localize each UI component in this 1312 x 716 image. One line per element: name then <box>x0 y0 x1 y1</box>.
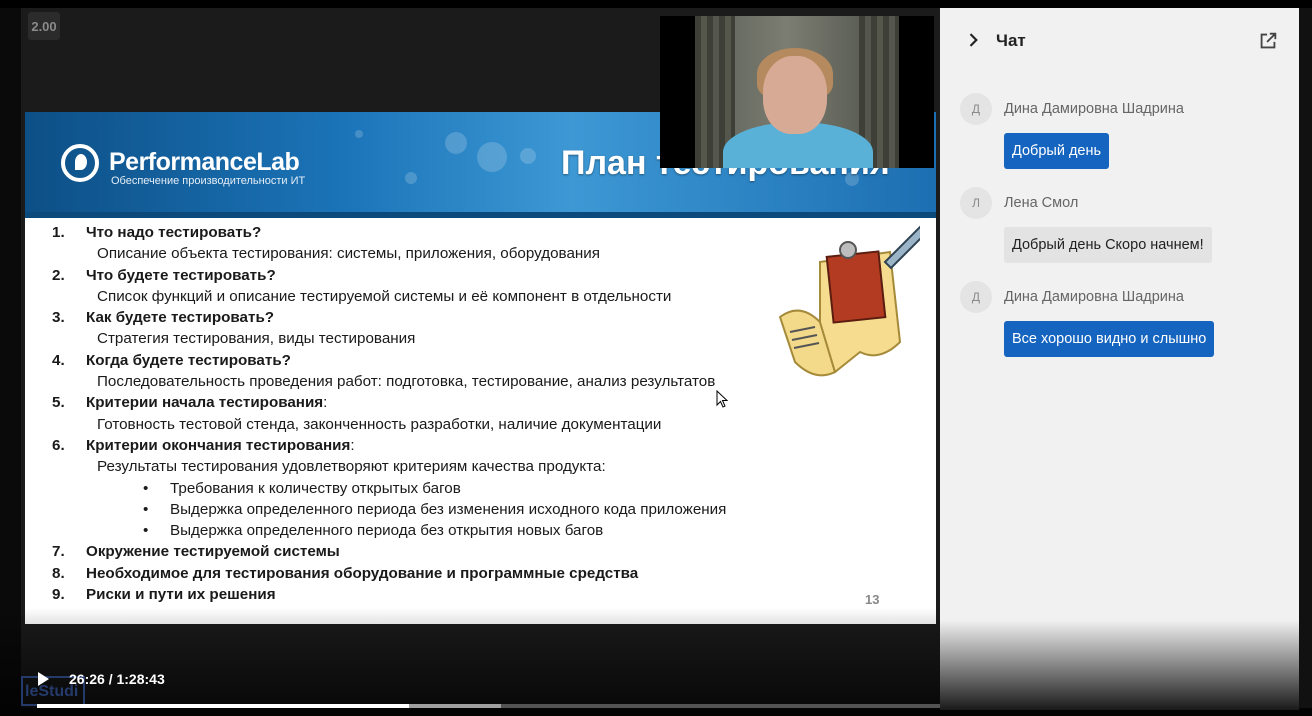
item-description: Список функций и описание тестируемой си… <box>97 287 672 305</box>
performancelab-logo-icon <box>61 144 99 182</box>
logo-name: PerformanceLab <box>109 148 300 176</box>
presentation-slide: PerformanceLab Обеспечение производитель… <box>25 112 936 624</box>
open-in-new-icon[interactable] <box>1257 30 1279 52</box>
item-heading: Необходимое для тестирования оборудовани… <box>86 564 639 582</box>
message-author: Дина Дамировна Шадрина <box>1004 289 1184 305</box>
slide-item: 7. Окружение тестируемой системы <box>52 541 872 562</box>
message-author: Дина Дамировна Шадрина <box>1004 101 1184 117</box>
item-number: 3. <box>52 309 65 327</box>
message-author: Лена Смол <box>1004 195 1079 211</box>
slide-content: 1. Что надо тестировать? Описание объекта… <box>52 222 872 605</box>
top-frame <box>0 0 1312 8</box>
criteria-bullet: Выдержка определенного периода без измен… <box>143 499 872 521</box>
slide-item: 1. Что надо тестировать? <box>52 222 872 243</box>
play-icon[interactable] <box>38 672 49 686</box>
item-heading: Когда будете тестировать? <box>86 351 291 369</box>
item-number: 7. <box>52 543 65 561</box>
slide-page-number: 13 <box>865 592 880 607</box>
item-heading: Риски и пути их решения <box>86 586 276 604</box>
item-heading: Что будете тестировать? <box>86 266 276 284</box>
slide-item: 3. Как будете тестировать? <box>52 307 872 328</box>
time-separator: / <box>104 671 117 687</box>
slide-item: 6. Критерии окончания тестирования: <box>52 435 872 456</box>
item-heading: Как будете тестировать? <box>86 309 275 327</box>
duration: 1:28:43 <box>116 671 165 687</box>
avatar: Д <box>960 281 992 313</box>
current-time: 26:26 <box>69 671 105 687</box>
item-number: 9. <box>52 586 65 604</box>
item-description: Последовательность проведения работ: под… <box>97 373 716 391</box>
item-description: Готовность тестовой стенда, законченност… <box>97 415 662 433</box>
criteria-bullet: Выдержка определенного периода без откры… <box>143 520 872 542</box>
item-description: Стратегия тестирования, виды тестировани… <box>97 330 416 348</box>
item-heading-suffix: : <box>323 394 328 412</box>
slide-item: 4. Когда будете тестировать? <box>52 350 872 371</box>
criteria-bullet: Требования к количеству открытых багов <box>143 478 872 500</box>
item-description: Результаты тестирования удовлетворяют кр… <box>97 458 606 476</box>
scrollbar[interactable] <box>1299 8 1312 708</box>
chat-message: Добрый день <box>1004 133 1110 169</box>
item-number: 5. <box>52 394 65 412</box>
item-heading: Критерии начала тестирования <box>86 394 324 412</box>
time-display: 26:26 / 1:28:43 <box>69 671 165 687</box>
chat-title: Чат <box>996 31 1026 50</box>
progress-played <box>37 704 409 708</box>
chat-message: Добрый день Скоро начнем! <box>1004 227 1212 263</box>
mouse-cursor-icon <box>716 390 728 408</box>
presenter-webcam[interactable] <box>660 16 934 168</box>
item-number: 6. <box>52 436 65 454</box>
item-description: Описание объекта тестирования: системы, … <box>97 245 600 263</box>
slide-item: 9. Риски и пути их решения <box>52 584 872 605</box>
webcam-feed <box>695 16 899 168</box>
item-number: 1. <box>52 224 65 241</box>
chat-message: Все хорошо видно и слышно <box>1004 321 1215 357</box>
item-heading: Что надо тестировать? <box>86 224 262 241</box>
slide-item: 8. Необходимое для тестирования оборудова… <box>52 563 872 584</box>
slide-item: 2. Что будете тестировать? <box>52 265 872 286</box>
slide-item: 5. Критерии начала тестирования: <box>52 392 872 413</box>
item-heading: Окружение тестируемой системы <box>86 543 340 561</box>
chevron-right-icon[interactable] <box>963 30 983 50</box>
item-number: 8. <box>52 564 65 582</box>
item-heading-suffix: : <box>350 436 355 454</box>
item-heading: Критерии окончания тестирования <box>86 436 351 454</box>
playback-speed-badge[interactable]: 2.00 <box>28 12 60 40</box>
logo-subtitle: Обеспечение производительности ИТ <box>111 175 306 187</box>
item-number: 2. <box>52 266 65 284</box>
chat-panel-fade <box>940 620 1299 710</box>
clipboard-scroll-icon <box>778 225 920 377</box>
avatar: Л <box>960 187 992 219</box>
avatar: Д <box>960 93 992 125</box>
item-number: 4. <box>52 351 65 369</box>
